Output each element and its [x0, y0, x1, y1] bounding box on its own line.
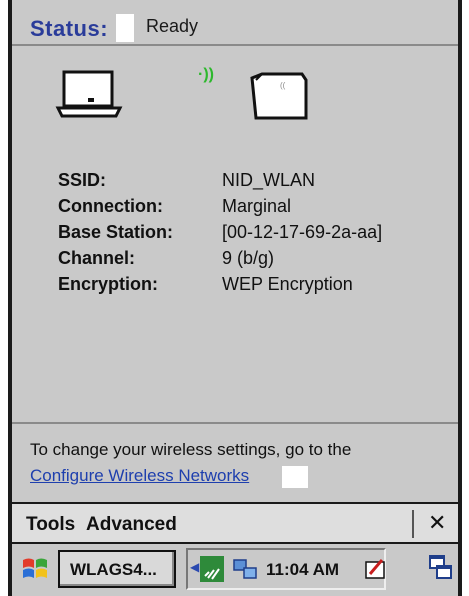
encryption-label: Encryption:: [58, 274, 159, 294]
clock[interactable]: 11:04 AM: [266, 560, 339, 580]
system-tray: ◀ 11:04 AM: [186, 548, 386, 590]
ssid-label: SSID:: [58, 170, 107, 190]
advanced-menu[interactable]: Advanced: [86, 514, 177, 536]
signal-icon: ·)): [198, 66, 214, 83]
status-value: Ready: [146, 16, 199, 36]
menu-bar: Tools Advanced ✕: [12, 502, 458, 544]
taskbar: WLAGS4... ◀ 11:04 AM: [12, 544, 458, 596]
base-station-value: [00-12-17-69-2a-aa]: [222, 222, 383, 242]
status-label: Status:: [30, 16, 109, 41]
settings-hint: To change your wireless settings, go to …: [30, 440, 352, 459]
windows-start-icon[interactable]: [20, 554, 50, 584]
connection-value: Marginal: [222, 196, 292, 216]
tray-expand-icon[interactable]: ◀: [190, 560, 199, 574]
task-label: WLAGS4...: [70, 560, 157, 579]
channel-label: Channel:: [58, 248, 136, 268]
task-button-wlags[interactable]: WLAGS4...: [58, 550, 176, 588]
device-frame: Status: Ready ·)) (( SSID: NID_WLAN Conn…: [8, 0, 462, 596]
link-highlight: [282, 466, 308, 488]
connection-row: Connection: Marginal: [58, 196, 448, 222]
connection-label: Connection:: [58, 196, 163, 216]
encryption-value: WEP Encryption: [222, 274, 353, 294]
divider: [12, 422, 458, 424]
tools-menu[interactable]: Tools: [26, 514, 75, 536]
configure-wireless-networks-link[interactable]: Configure Wireless Networks: [30, 466, 249, 486]
wireless-status-panel: Status: Ready ·)) (( SSID: NID_WLAN Conn…: [12, 0, 458, 500]
status-gap: [116, 14, 134, 42]
base-station-label: Base Station:: [58, 222, 174, 242]
access-point-icon: ((: [250, 72, 308, 120]
close-button[interactable]: ✕: [428, 510, 446, 536]
laptop-icon: [55, 70, 123, 118]
channel-row: Channel: 9 (b/g): [58, 248, 448, 274]
ssid-row: SSID: NID_WLAN: [58, 170, 448, 196]
encryption-row: Encryption: WEP Encryption: [58, 274, 448, 300]
base-station-row: Base Station: [00-12-17-69-2a-aa]: [58, 222, 448, 248]
window-switch-icon[interactable]: [428, 554, 454, 582]
channel-value: 9 (b/g): [222, 248, 275, 268]
wireless-tray-icon[interactable]: [200, 556, 224, 582]
connection-details: SSID: NID_WLAN Connection: Marginal Base…: [58, 170, 448, 300]
ssid-value: NID_WLAN: [222, 170, 316, 190]
menu-separator: [412, 510, 414, 538]
svg-text:((: ((: [280, 81, 286, 90]
status-row: Status: Ready: [12, 0, 458, 46]
input-panel-icon[interactable]: [364, 556, 386, 582]
network-tray-icon[interactable]: [232, 556, 258, 582]
